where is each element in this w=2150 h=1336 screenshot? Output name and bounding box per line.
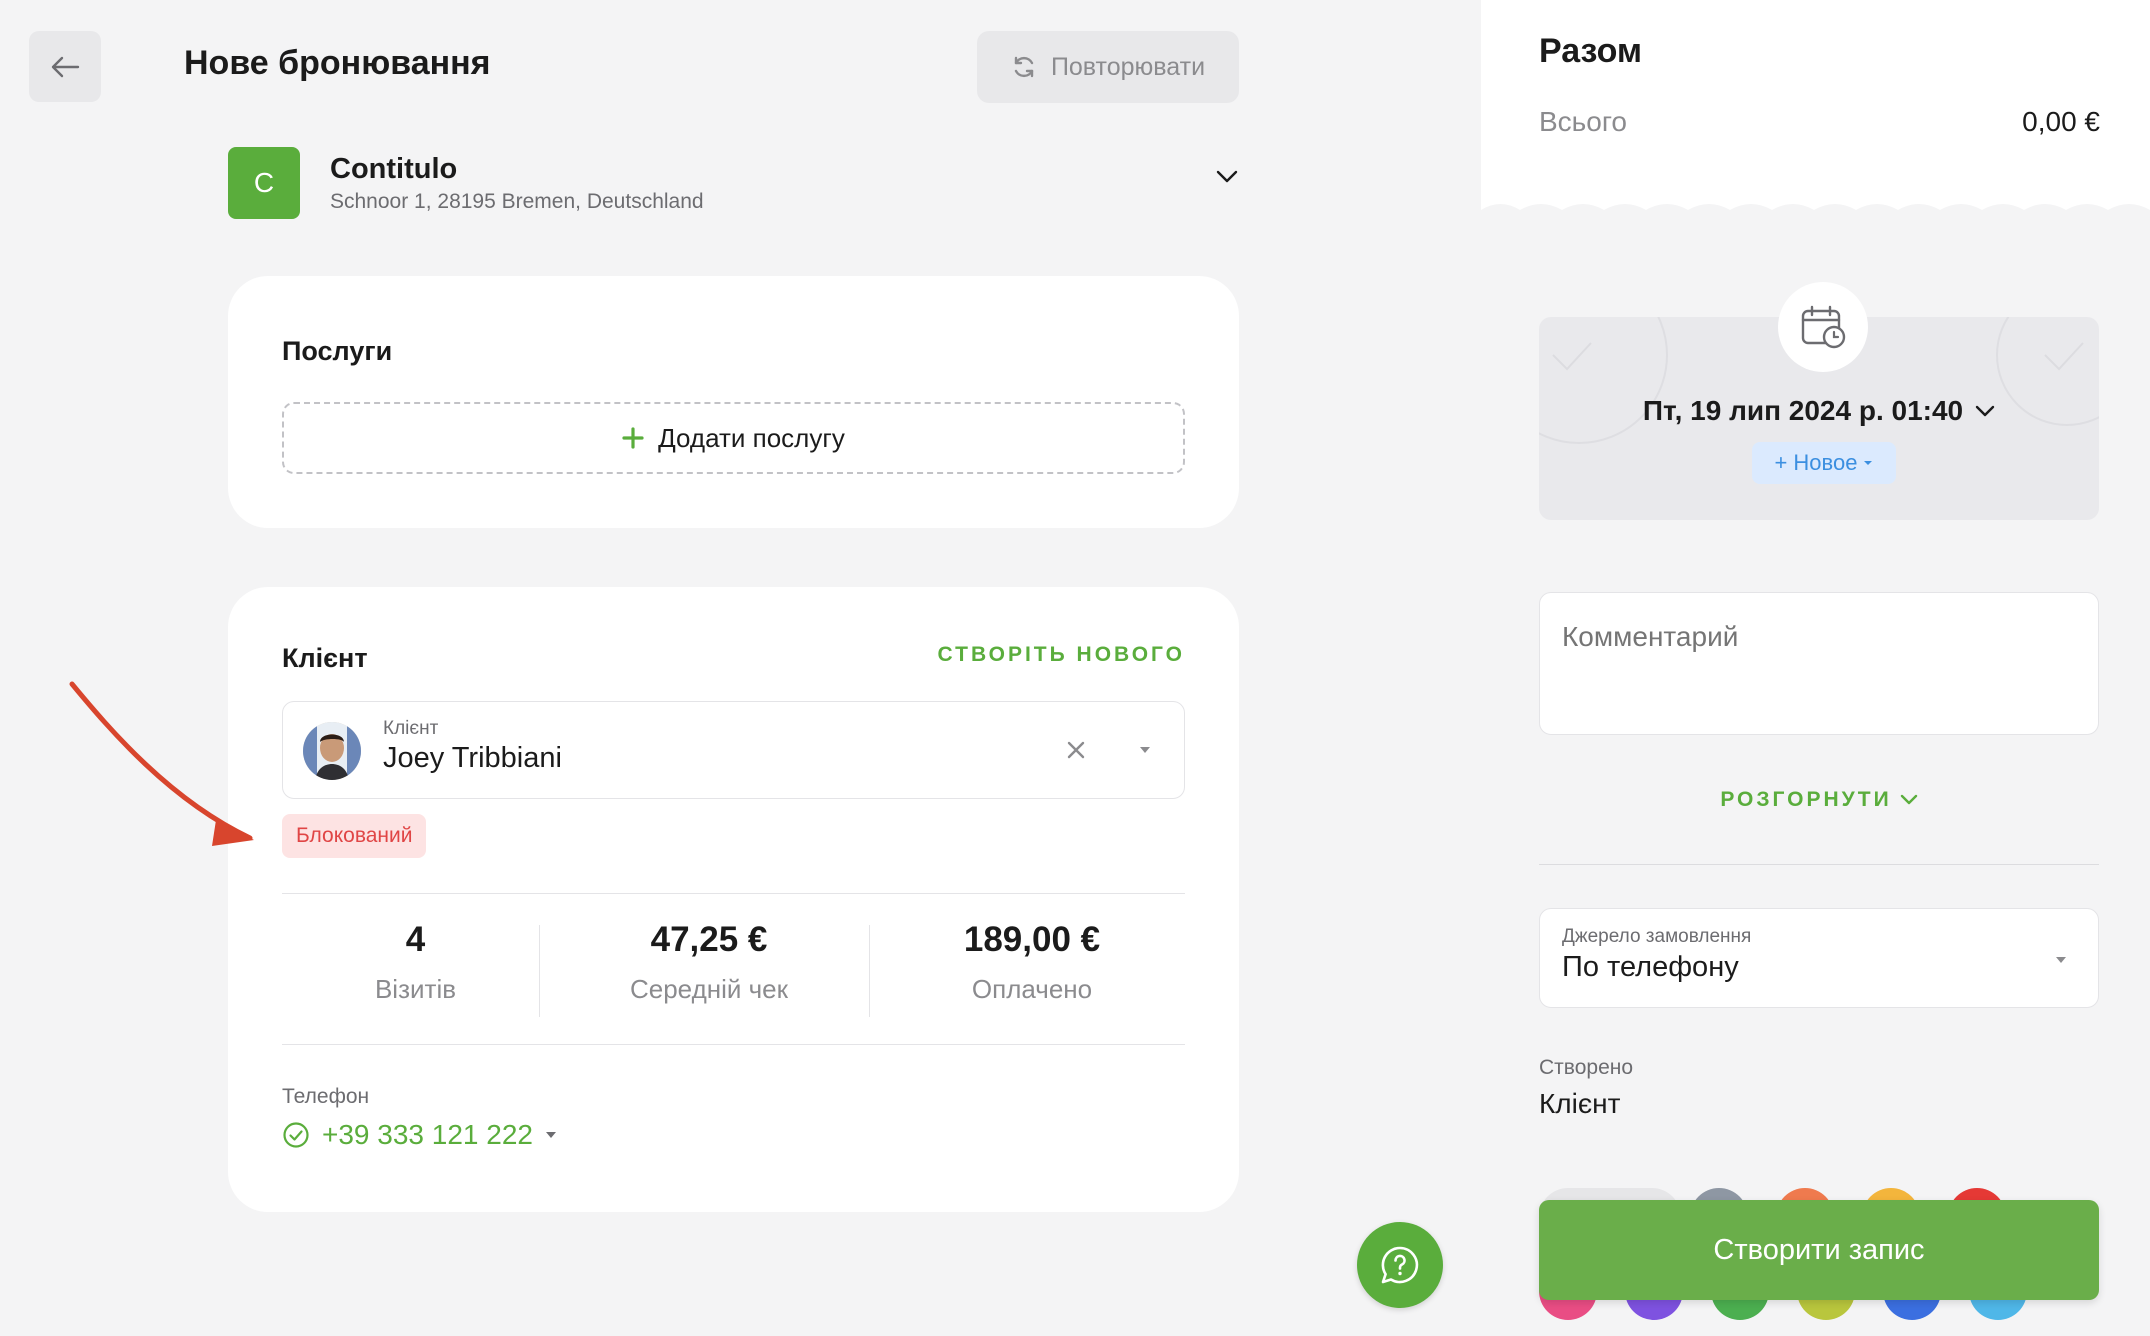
chevron-down-icon xyxy=(1216,170,1238,183)
expand-label: РОЗГОРНУТИ xyxy=(1720,788,1892,811)
order-source-label: Джерело замовлення xyxy=(1562,926,1752,947)
stat-label: Середній чек xyxy=(629,974,789,1004)
divider xyxy=(1539,864,2099,865)
calendar-clock-icon xyxy=(1778,282,1868,372)
total-value: 0,00 € xyxy=(2022,106,2100,137)
phone-selector[interactable]: +39 333 121 222 xyxy=(282,1119,557,1151)
summary-title: Разом xyxy=(1539,32,1643,70)
summary-panel: Разом Всього 0,00 € Пт, 19 лип 2024 р. 0… xyxy=(1481,0,2150,1336)
divider xyxy=(539,925,540,1017)
annotation-arrow xyxy=(69,681,254,846)
expand-button[interactable]: РОЗГОРНУТИ xyxy=(1539,788,2099,812)
stat-visits: 4 Візитів xyxy=(282,920,549,1005)
stat-value: 47,25 € xyxy=(650,920,768,959)
divider xyxy=(869,925,870,1017)
receipt-edge xyxy=(1481,204,2150,210)
location-name: Contitulo xyxy=(330,152,458,185)
divider xyxy=(282,1044,1185,1045)
created-by-label: Створено xyxy=(1539,1056,1634,1079)
booking-status: Новое xyxy=(1793,450,1858,475)
client-field-label: Клієнт xyxy=(383,718,439,739)
caret-down-icon xyxy=(1864,461,1873,465)
page-title: Нове бронювання xyxy=(184,44,491,82)
client-card: Клієнт СТВОРІТЬ НОВОГО Клієнт Joey Tribb… xyxy=(228,587,1239,1212)
stat-average-check: 47,25 € Середній чек xyxy=(549,920,869,1005)
add-service-label: Додати послугу xyxy=(658,422,845,453)
services-card: Послуги Додати послугу xyxy=(228,276,1239,528)
order-source-select[interactable]: Джерело замовлення По телефону xyxy=(1539,908,2099,1008)
created-by-value: Клієнт xyxy=(1539,1088,1621,1119)
chevron-down-icon xyxy=(1975,405,1995,417)
help-button[interactable] xyxy=(1357,1222,1443,1308)
back-button[interactable] xyxy=(29,31,101,102)
caret-down-icon xyxy=(1140,747,1150,753)
stat-label: Оплачено xyxy=(971,974,1093,1004)
stat-paid: 189,00 € Оплачено xyxy=(879,920,1185,1005)
location-address: Schnoor 1, 28195 Bremen, Deutschland xyxy=(330,189,704,213)
caret-down-icon xyxy=(545,1132,556,1138)
arrow-left-icon xyxy=(51,56,80,77)
services-title: Послуги xyxy=(282,336,393,366)
datetime-selector[interactable]: Пт, 19 лип 2024 р. 01:40 xyxy=(1539,395,2099,427)
check-circle-icon xyxy=(283,1122,309,1148)
order-source-value: По телефону xyxy=(1562,951,1739,983)
plus-icon xyxy=(622,427,644,449)
client-select[interactable]: Клієнт Joey Tribbiani xyxy=(282,701,1185,799)
location-selector[interactable]: C Contitulo Schnoor 1, 28195 Bremen, Deu… xyxy=(228,146,1238,220)
add-service-button[interactable]: Додати послугу xyxy=(282,402,1185,474)
chevron-down-icon xyxy=(1900,794,1917,805)
caret-down-icon xyxy=(2056,957,2066,963)
datetime-value: Пт, 19 лип 2024 р. 01:40 xyxy=(1642,395,1964,426)
status-badge: Блокований xyxy=(282,814,427,858)
plus-icon: + xyxy=(1774,450,1788,475)
location-avatar: C xyxy=(228,147,300,219)
phone-label: Телефон xyxy=(282,1085,370,1108)
divider xyxy=(282,893,1185,894)
comment-field[interactable] xyxy=(1539,592,2099,735)
summary-receipt: Разом Всього 0,00 € xyxy=(1481,0,2150,204)
total-label: Всього xyxy=(1539,106,1628,137)
stat-label: Візитів xyxy=(374,974,457,1004)
booking-status-dropdown[interactable]: + Новое xyxy=(1752,442,1896,484)
client-name: Joey Tribbiani xyxy=(383,742,562,774)
stat-value: 189,00 € xyxy=(963,920,1101,959)
create-booking-button[interactable]: Створити запис xyxy=(1539,1200,2099,1300)
phone-number: +39 333 121 222 xyxy=(322,1119,533,1150)
create-new-client-link[interactable]: СТВОРІТЬ НОВОГО xyxy=(938,643,1185,667)
help-chat-icon xyxy=(1381,1246,1419,1284)
booking-form-panel: Нове бронювання Повторювати C Contitulo … xyxy=(0,0,1481,1336)
client-title: Клієнт xyxy=(282,643,368,673)
stat-value: 4 xyxy=(405,920,426,959)
close-icon[interactable] xyxy=(1064,738,1088,762)
refresh-icon xyxy=(1014,56,1034,78)
repeat-label: Повторювати xyxy=(1050,52,1206,81)
repeat-button[interactable]: Повторювати xyxy=(977,31,1239,103)
avatar xyxy=(303,722,361,780)
